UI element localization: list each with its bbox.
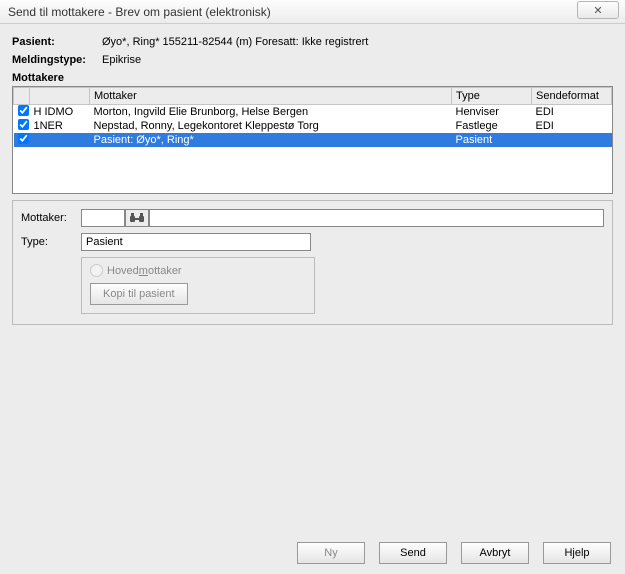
mottaker-label: Mottaker: [21, 212, 81, 224]
row-name: Pasient: Øyo*, Ring* [90, 133, 452, 147]
binoculars-icon [130, 212, 144, 224]
row-checkbox-cell[interactable] [14, 119, 30, 133]
table-row[interactable]: 1NERNepstad, Ronny, Legekontoret Kleppes… [14, 119, 612, 133]
row-type: Fastlege [452, 119, 532, 133]
window-title: Send til mottakere - Brev om pasient (el… [8, 5, 271, 19]
row-checkbox-cell[interactable] [14, 105, 30, 120]
col-header-checkbox[interactable] [14, 88, 30, 105]
hovedmottaker-radio: Hovedmottaker [90, 264, 306, 277]
row-code: H IDMO [30, 105, 90, 120]
type-row: Type: [21, 233, 604, 251]
row-name: Nepstad, Ronny, Legekontoret Kleppestø T… [90, 119, 452, 133]
row-type: Henviser [452, 105, 532, 120]
row-code [30, 133, 90, 147]
row-checkbox[interactable] [18, 105, 29, 116]
row-checkbox[interactable] [18, 133, 29, 144]
table-header-row: Mottaker Type Sendeformat [14, 88, 612, 105]
row-format: EDI [532, 105, 612, 120]
options-panel: Hovedmottaker Kopi til pasient [81, 257, 315, 314]
col-header-type[interactable]: Type [452, 88, 532, 105]
ny-button: Ny [297, 542, 365, 564]
hjelp-button[interactable]: Hjelp [543, 542, 611, 564]
recipient-edit-panel: Mottaker: Type: Hovedmottaker [12, 200, 613, 325]
close-icon: ✕ [593, 4, 602, 17]
mottaker-row: Mottaker: [21, 209, 604, 227]
dialog-footer: Ny Send Avbryt Hjelp [297, 542, 611, 564]
mottaker-code-input[interactable] [81, 209, 125, 227]
recipients-group: Mottakere Mottaker Type Sendeformat H ID… [12, 72, 613, 194]
row-name: Morton, Ingvild Elie Brunborg, Helse Ber… [90, 105, 452, 120]
send-button[interactable]: Send [379, 542, 447, 564]
hovedmottaker-radio-label: Hovedmottaker [107, 265, 182, 277]
close-button[interactable]: ✕ [577, 1, 619, 19]
title-bar: Send til mottakere - Brev om pasient (el… [0, 0, 625, 24]
recipients-table-wrap: Mottaker Type Sendeformat H IDMOMorton, … [12, 86, 613, 194]
row-format [532, 133, 612, 147]
msgtype-value: Epikrise [102, 54, 141, 66]
table-row[interactable]: H IDMOMorton, Ingvild Elie Brunborg, Hel… [14, 105, 612, 120]
patient-row: Pasient: Øyo*, Ring* 155211-82544 (m) Fo… [12, 36, 613, 48]
col-header-format[interactable]: Sendeformat [532, 88, 612, 105]
recipients-legend: Mottakere [12, 72, 613, 86]
avbryt-button[interactable]: Avbryt [461, 542, 529, 564]
kopi-til-pasient-button: Kopi til pasient [90, 283, 188, 305]
msgtype-label: Meldingstype: [12, 54, 102, 66]
type-input[interactable] [81, 233, 311, 251]
mottaker-name-input[interactable] [149, 209, 604, 227]
patient-value: Øyo*, Ring* 155211-82544 (m) Foresatt: I… [102, 36, 368, 48]
hovedmottaker-radio-input [90, 264, 103, 277]
patient-label: Pasient: [12, 36, 102, 48]
row-checkbox[interactable] [18, 119, 29, 130]
row-format: EDI [532, 119, 612, 133]
recipients-table: Mottaker Type Sendeformat H IDMOMorton, … [13, 87, 612, 147]
table-row[interactable]: Pasient: Øyo*, Ring*Pasient [14, 133, 612, 147]
col-header-name[interactable]: Mottaker [90, 88, 452, 105]
row-type: Pasient [452, 133, 532, 147]
type-label: Type: [21, 236, 81, 248]
col-header-code[interactable] [30, 88, 90, 105]
msgtype-row: Meldingstype: Epikrise [12, 54, 613, 66]
row-checkbox-cell[interactable] [14, 133, 30, 147]
search-button[interactable] [125, 209, 149, 227]
row-code: 1NER [30, 119, 90, 133]
